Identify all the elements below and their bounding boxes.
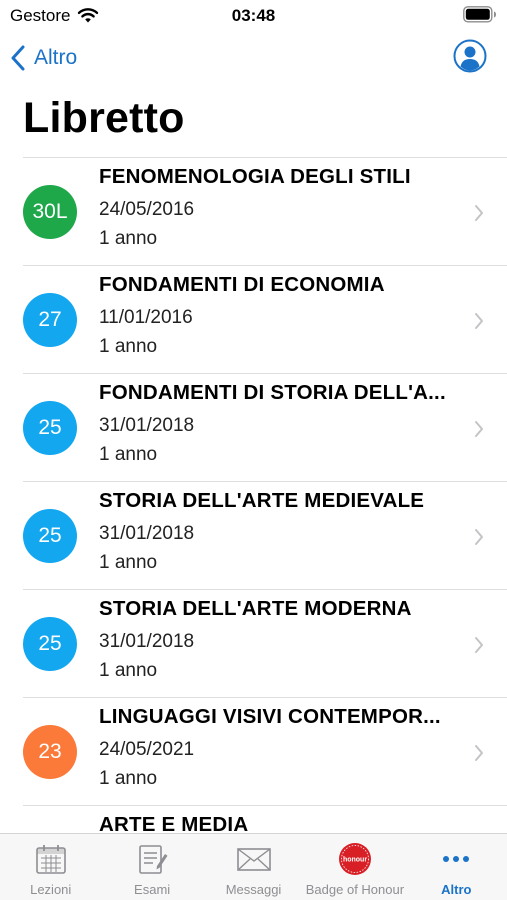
course-name: FONDAMENTI DI STORIA DELL'A... xyxy=(99,381,446,404)
grade-badge: 27 xyxy=(23,293,77,347)
tab-label: Badge of Honour xyxy=(305,882,405,897)
grade-badge: 30L xyxy=(23,185,77,239)
chevron-right-icon xyxy=(475,745,483,761)
clock: 03:48 xyxy=(231,6,276,25)
chevron-right-icon xyxy=(475,529,483,545)
course-name: ARTE E MEDIA xyxy=(99,813,249,833)
course-name: LINGUAGGI VISIVI CONTEMPOR... xyxy=(99,705,441,728)
course-duration: 1 anno xyxy=(99,552,158,573)
status-bar: Gestore 03:48 xyxy=(0,0,507,32)
exam-date: 24/05/2016 xyxy=(99,199,195,220)
tab-label: Lezioni xyxy=(30,882,72,897)
exam-notepad-icon xyxy=(134,842,170,876)
exam-date: 31/01/2018 xyxy=(99,415,195,436)
exam-date: 24/05/2021 xyxy=(99,739,195,760)
tab-messaggi[interactable]: Messaggi xyxy=(203,834,304,900)
tab-label: Esami xyxy=(134,882,171,897)
chevron-right-icon xyxy=(475,637,483,653)
course-duration: 1 anno xyxy=(99,660,158,681)
tab-lezioni[interactable]: Lezioni xyxy=(0,834,101,900)
exam-date: 31/01/2018 xyxy=(99,523,195,544)
chevron-right-icon xyxy=(475,421,483,437)
course-name: FONDAMENTI DI ECONOMIA xyxy=(99,273,385,296)
back-button[interactable]: Altro xyxy=(10,42,77,74)
exam-row[interactable]: ARTE E MEDIA xyxy=(23,805,507,833)
envelope-icon xyxy=(236,842,272,876)
calendar-icon xyxy=(33,842,69,876)
grade-badge: 25 xyxy=(23,617,77,671)
exam-row[interactable]: 25 STORIA DELL'ARTE MODERNA 31/01/2018 1 an… xyxy=(23,589,507,697)
chevron-right-icon xyxy=(475,313,483,329)
exam-row[interactable]: 23 LINGUAGGI VISIVI CONTEMPOR... 24/05/202… xyxy=(23,697,507,805)
tab-esami[interactable]: Esami xyxy=(101,834,202,900)
honour-badge-icon: honour xyxy=(337,842,373,876)
grade-badge: 23 xyxy=(23,725,77,779)
exam-row[interactable]: 30L FENOMENOLOGIA DEGLI STILI 24/05/2016 1 … xyxy=(23,157,507,265)
exam-date: 11/01/2016 xyxy=(99,307,193,328)
profile-icon[interactable] xyxy=(453,39,487,73)
grade-badge: 25 xyxy=(23,509,77,563)
chevron-right-icon xyxy=(475,205,483,221)
exam-row[interactable]: 25 FONDAMENTI DI STORIA DELL'A... 31/01/20… xyxy=(23,373,507,481)
svg-text:honour: honour xyxy=(343,857,367,864)
grade-badge: 25 xyxy=(23,401,77,455)
course-name: STORIA DELL'ARTE MEDIEVALE xyxy=(99,489,425,512)
exam-row[interactable]: 27 FONDAMENTI DI ECONOMIA 11/01/2016 1 anno xyxy=(23,265,507,373)
course-duration: 1 anno xyxy=(99,336,158,357)
exam-list[interactable]: 30L FENOMENOLOGIA DEGLI STILI 24/05/2016 1 … xyxy=(0,157,507,833)
course-duration: 1 anno xyxy=(99,444,158,465)
page-title: Libretto xyxy=(23,94,185,142)
tab-label: Messaggi xyxy=(225,882,282,897)
course-name: FENOMENOLOGIA DEGLI STILI xyxy=(99,165,411,188)
back-button-label: Altro xyxy=(34,46,78,69)
exam-date: 31/01/2018 xyxy=(99,631,195,652)
exam-row[interactable]: 25 STORIA DELL'ARTE MEDIEVALE 31/01/2018 1 … xyxy=(23,481,507,589)
tab-bar: Lezioni Esami Messaggi honour Badge of Honou… xyxy=(0,833,507,900)
more-dots-icon xyxy=(438,842,474,876)
tab-label: Altro xyxy=(441,882,472,897)
tab-badge-of-honour[interactable]: honour Badge of Honour xyxy=(304,834,405,900)
course-duration: 1 anno xyxy=(99,228,158,249)
course-duration: 1 anno xyxy=(99,768,158,789)
course-name: STORIA DELL'ARTE MODERNA xyxy=(99,597,412,620)
navigation-bar: Altro xyxy=(0,36,507,80)
chevron-left-icon xyxy=(11,45,25,71)
tab-altro[interactable]: Altro xyxy=(406,834,507,900)
battery-icon xyxy=(463,6,496,23)
